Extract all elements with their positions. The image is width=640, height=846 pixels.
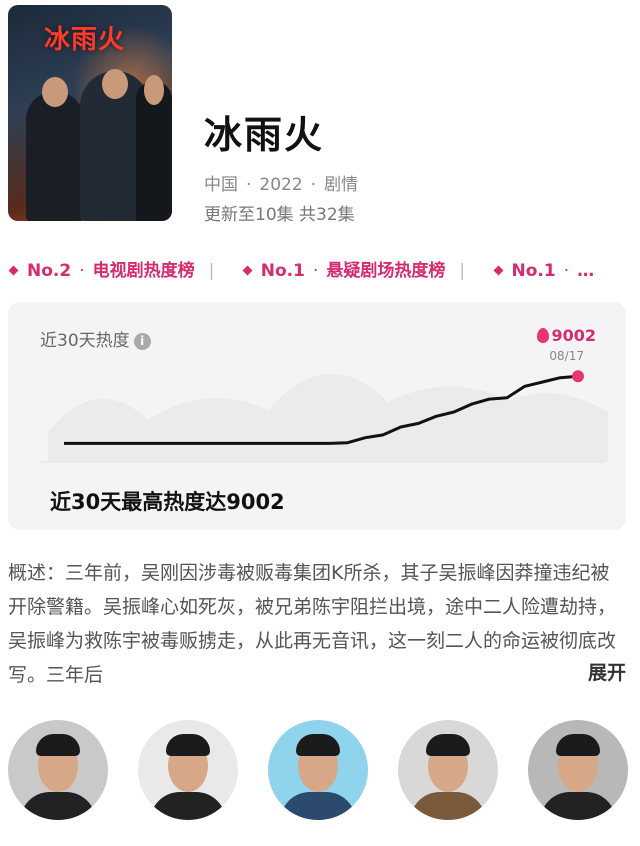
avatar-body bbox=[540, 792, 616, 820]
show-poster[interactable]: 冰雨火 bbox=[8, 5, 172, 221]
cast-list: ... ... ... ... ... bbox=[0, 720, 640, 846]
heat-card[interactable]: 近30天热度 i 9002 08/17 近30天最高热度达9002 bbox=[8, 302, 626, 530]
rank-diamond-icon bbox=[493, 265, 503, 276]
rank-number: No.1 bbox=[511, 261, 556, 281]
show-genre[interactable]: 剧情 bbox=[324, 175, 358, 195]
heat-label: 近30天热度 i bbox=[40, 326, 151, 351]
poster-face bbox=[102, 69, 128, 99]
rank-number: No.2 bbox=[27, 261, 72, 281]
cast-avatar[interactable] bbox=[268, 720, 368, 820]
avatar-body bbox=[20, 792, 96, 820]
cast-avatar[interactable] bbox=[138, 720, 238, 820]
rank-divider: | bbox=[459, 261, 466, 281]
rank-strip[interactable]: No.2 · 电视剧热度榜 | No.1 · 悬疑剧场热度榜 | No.1 · … bbox=[0, 256, 640, 286]
cast-avatar[interactable] bbox=[528, 720, 628, 820]
cast-avatar[interactable] bbox=[398, 720, 498, 820]
rank-separator: · bbox=[563, 261, 570, 281]
expand-button[interactable]: 展开 bbox=[573, 658, 626, 685]
avatar-body bbox=[410, 792, 486, 820]
peak-date: 08/17 bbox=[549, 349, 584, 363]
rank-list-name: 悬疑剧场热度榜 bbox=[326, 261, 446, 281]
poster-title: 冰雨火 bbox=[44, 25, 126, 55]
avatar-hair bbox=[36, 734, 80, 756]
peak-value-text: 9002 bbox=[551, 326, 596, 345]
rank-number: No.1 bbox=[260, 261, 305, 281]
cast-name: ... bbox=[138, 838, 238, 846]
poster-face bbox=[144, 75, 164, 105]
avatar-body bbox=[150, 792, 226, 820]
synopsis-text: 概述：三年前，吴刚因涉毒被贩毒集团K所杀，其子吴振峰因莽撞违纪被开除警籍。吴振峰… bbox=[8, 562, 617, 686]
rank-list-name: … bbox=[577, 261, 595, 281]
cast-name: ... bbox=[398, 838, 498, 846]
rank-separator: · bbox=[79, 261, 85, 281]
show-title: 冰雨火 bbox=[204, 113, 325, 157]
show-meta: 中国 · 2022 · 剧情 bbox=[204, 170, 358, 195]
show-region: 中国 bbox=[204, 175, 238, 195]
poster-figure bbox=[26, 91, 84, 221]
rank-item[interactable]: No.2 · 电视剧热度榜 | bbox=[0, 256, 214, 281]
cast-name: ... bbox=[528, 838, 628, 846]
rank-separator: · bbox=[312, 261, 319, 281]
rank-diamond-icon bbox=[8, 265, 19, 276]
avatar-hair bbox=[296, 734, 340, 756]
rank-divider: | bbox=[208, 261, 215, 281]
cast-avatar[interactable] bbox=[8, 720, 108, 820]
heat-label-text: 近30天热度 bbox=[40, 331, 130, 351]
avatar-hair bbox=[166, 734, 210, 756]
heat-summary: 近30天最高热度达9002 bbox=[50, 490, 285, 514]
rank-list-name: 电视剧热度榜 bbox=[92, 261, 195, 281]
meta-separator: · bbox=[310, 175, 317, 195]
flame-icon bbox=[537, 328, 550, 343]
rank-diamond-icon bbox=[242, 265, 253, 276]
peak-marker bbox=[572, 370, 584, 383]
avatar-hair bbox=[426, 734, 470, 756]
peak-value: 9002 bbox=[537, 326, 596, 345]
rank-item[interactable]: No.1 · 悬疑剧场热度榜 | bbox=[234, 256, 465, 281]
meta-separator: · bbox=[246, 175, 252, 195]
episode-status: 更新至10集 共32集 bbox=[204, 205, 355, 225]
avatar-body bbox=[280, 792, 356, 820]
poster-face bbox=[42, 77, 68, 107]
show-year: 2022 bbox=[259, 175, 303, 195]
cast-name: ... bbox=[268, 838, 368, 846]
avatar-hair bbox=[556, 734, 600, 756]
rank-item[interactable]: No.1 · … bbox=[485, 261, 595, 281]
info-icon[interactable]: i bbox=[133, 333, 151, 350]
cast-name: ... bbox=[8, 838, 108, 846]
